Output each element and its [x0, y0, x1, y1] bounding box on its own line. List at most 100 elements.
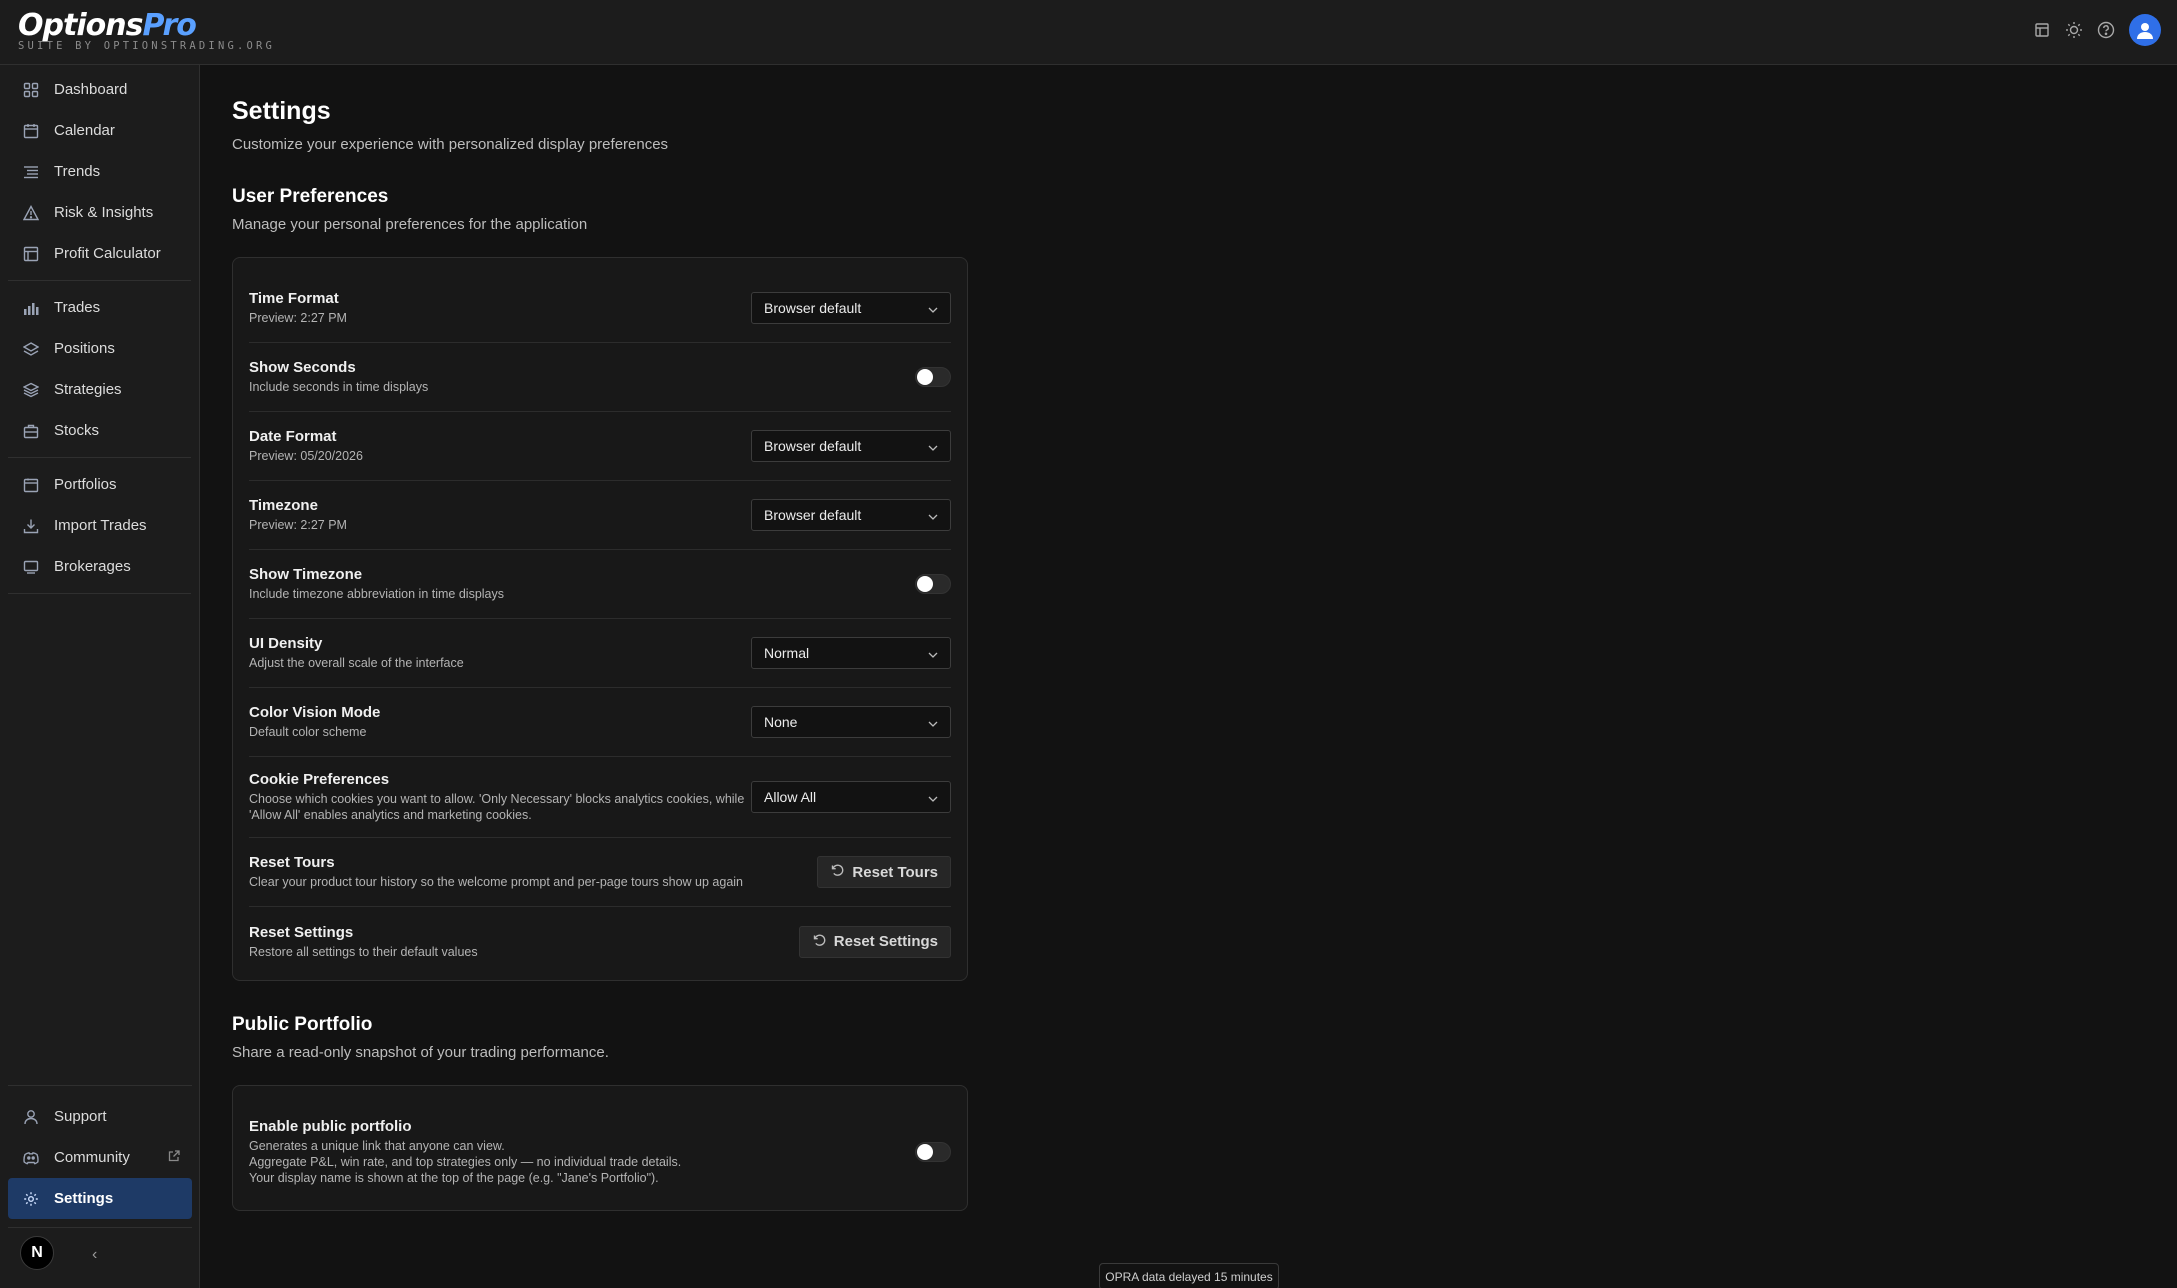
setting-row-public-portfolio: Enable public portfolio Generates a uniq…	[249, 1104, 951, 1200]
public-portfolio-toggle[interactable]	[915, 1142, 951, 1162]
sidebar-item-import-trades[interactable]: Import Trades	[8, 505, 191, 546]
sidebar-item-trades[interactable]: Trades	[8, 287, 191, 328]
section-subtitle-public-portfolio: Share a read-only snapshot of your tradi…	[232, 1044, 609, 1061]
setting-label: Timezone	[249, 497, 318, 514]
setting-description: Include timezone abbreviation in time di…	[249, 587, 504, 601]
briefcase-icon	[22, 422, 40, 440]
chevron-down-icon	[928, 438, 938, 454]
setting-label: Date Format	[249, 428, 337, 445]
avatar[interactable]	[2129, 14, 2161, 46]
show-timezone-toggle[interactable]	[915, 574, 951, 594]
stack-icon	[22, 381, 40, 399]
sidebar-item-portfolios[interactable]: Portfolios	[8, 464, 191, 505]
setting-label: Reset Settings	[249, 923, 354, 941]
setting-description: Restore all settings to their default va…	[249, 944, 478, 959]
page-title: Settings	[232, 97, 331, 125]
calculator-icon	[22, 245, 40, 263]
sidebar-item-label: Community	[54, 1149, 130, 1166]
sidebar-bottom: Support Community Settings N ‹	[0, 1085, 200, 1288]
ui-density-select[interactable]: Normal	[751, 637, 951, 669]
notification-badge[interactable]: N	[20, 1236, 54, 1270]
sidebar-item-label: Profit Calculator	[54, 245, 161, 262]
section-title-user-preferences: User Preferences	[232, 186, 389, 207]
setting-description: Choose which cookies you want to allow. …	[249, 792, 745, 822]
user-icon	[22, 1108, 40, 1126]
undo-icon	[812, 933, 826, 951]
sidebar-item-strategies[interactable]: Strategies	[8, 369, 191, 410]
select-value: None	[764, 714, 798, 730]
setting-row-date-format: Date Format Preview: 05/20/2026 Browser …	[249, 412, 951, 481]
setting-row-reset-settings: Reset Settings Restore all settings to t…	[249, 907, 951, 976]
show-seconds-toggle[interactable]	[915, 367, 951, 387]
list-icon	[22, 163, 40, 181]
section-subtitle-user-preferences: Manage your personal preferences for the…	[232, 216, 588, 233]
sidebar-item-settings[interactable]: Settings	[8, 1178, 192, 1219]
setting-row-cookie-preferences: Cookie Preferences Choose which cookies …	[249, 757, 951, 838]
setting-description: Aggregate P&L, win rate, and top strateg…	[249, 1155, 682, 1169]
logo-tagline: SUITE BY OPTIONSTRADING.ORG	[18, 40, 276, 52]
help-icon[interactable]	[2097, 21, 2115, 39]
sidebar-item-label: Calendar	[54, 122, 115, 139]
setting-row-ui-density: UI Density Adjust the overall scale of t…	[249, 619, 951, 688]
app-logo[interactable]: OptionsPro	[18, 8, 197, 43]
sidebar-item-profit-calculator[interactable]: Profit Calculator	[8, 233, 191, 274]
sidebar-item-dashboard[interactable]: Dashboard	[8, 69, 191, 110]
top-bar: OptionsPro SUITE BY OPTIONSTRADING.ORG	[0, 0, 2177, 65]
page-subtitle: Customize your experience with personali…	[232, 136, 669, 153]
folder-icon	[22, 476, 40, 494]
timezone-select[interactable]: Browser default	[751, 499, 951, 531]
sidebar-item-calendar[interactable]: Calendar	[8, 110, 191, 151]
calculator-icon[interactable]	[2033, 21, 2051, 39]
color-vision-select[interactable]: None	[751, 706, 951, 738]
reset-tours-button[interactable]: Reset Tours	[817, 856, 951, 888]
sidebar-item-support[interactable]: Support	[8, 1096, 192, 1137]
top-icons	[2033, 14, 2161, 46]
setting-row-time-format: Time Format Preview: 2:27 PM Browser def…	[249, 274, 951, 343]
setting-description: Include seconds in time displays	[249, 380, 429, 394]
sidebar-item-label: Dashboard	[54, 81, 128, 98]
select-value: Browser default	[764, 507, 862, 523]
data-delay-status: OPRA data delayed 15 minutes	[1099, 1263, 1279, 1288]
time-format-select[interactable]: Browser default	[751, 292, 951, 324]
undo-icon	[830, 863, 844, 881]
chevron-down-icon	[928, 645, 938, 661]
sidebar-item-label: Positions	[54, 340, 115, 357]
select-value: Browser default	[764, 438, 862, 454]
sidebar-item-community[interactable]: Community	[8, 1137, 192, 1178]
button-label: Reset Tours	[852, 863, 938, 881]
setting-row-timezone: Timezone Preview: 2:27 PM Browser defaul…	[249, 481, 951, 550]
setting-label: Show Seconds	[249, 359, 356, 376]
sidebar-item-label: Risk & Insights	[54, 204, 154, 221]
select-value: Normal	[764, 645, 810, 661]
sidebar-item-brokerages[interactable]: Brokerages	[8, 546, 191, 587]
sidebar-item-label: Import Trades	[54, 517, 147, 534]
chevron-down-icon	[928, 300, 938, 316]
sidebar-item-risk-insights[interactable]: Risk & Insights	[8, 192, 191, 233]
reset-settings-button[interactable]: Reset Settings	[798, 925, 951, 958]
select-value: Allow All	[764, 789, 817, 805]
sidebar-item-label: Trades	[54, 299, 101, 316]
setting-row-show-seconds: Show Seconds Include seconds in time dis…	[249, 343, 951, 412]
layers-icon	[22, 340, 40, 358]
setting-description: Preview: 2:27 PM	[249, 311, 347, 325]
logo-main: Options	[18, 8, 143, 43]
logo-accent: Pro	[142, 8, 196, 43]
sidebar-item-label: Stocks	[54, 422, 100, 439]
sun-icon[interactable]	[2065, 21, 2083, 39]
setting-description: Your display name is shown at the top of…	[249, 1171, 659, 1185]
nav-group-trading: Trades Positions Strategies Stocks	[8, 281, 191, 458]
sidebar-item-label: Support	[54, 1108, 107, 1125]
collapse-sidebar-button[interactable]: ‹	[92, 1246, 97, 1264]
date-format-select[interactable]: Browser default	[751, 430, 951, 462]
sidebar-item-positions[interactable]: Positions	[8, 328, 191, 369]
setting-row-show-timezone: Show Timezone Include timezone abbreviat…	[249, 550, 951, 619]
sidebar-item-stocks[interactable]: Stocks	[8, 410, 191, 451]
setting-description: Adjust the overall scale of the interfac…	[249, 656, 464, 670]
chevron-down-icon	[928, 507, 938, 523]
setting-label: Time Format	[249, 290, 339, 307]
cookie-preferences-select[interactable]: Allow All	[751, 781, 951, 813]
setting-row-reset-tours: Reset Tours Clear your product tour hist…	[249, 838, 951, 907]
sidebar-item-trends[interactable]: Trends	[8, 151, 191, 192]
sidebar-footer: N ‹	[0, 1228, 200, 1288]
external-link-icon	[168, 1149, 180, 1166]
